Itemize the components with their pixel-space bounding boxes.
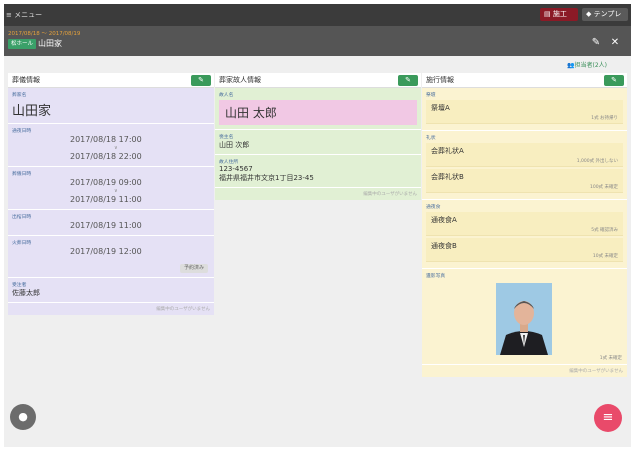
item-meta: 5式 確認済み [591, 228, 618, 233]
members-label: 担当者(2人) [574, 62, 607, 69]
funeral-start: 2017/08/19 09:00 [70, 178, 142, 187]
cremation-section: 火葬日時 2017/08/19 12:00 予約済み [8, 236, 214, 278]
item-name: 会葬礼状A [431, 147, 464, 155]
field-label: 喪主名 [219, 135, 234, 140]
wake-end: 2017/08/18 22:00 [70, 152, 142, 161]
funeral-info-panel: 葬儀情報 ✎ 葬家名 山田家 通夜日時 2017/08/18 17:00 ∨ 2… [8, 73, 214, 315]
field-label: 葬家名 [12, 93, 27, 98]
funeral-section: 葬儀日時 2017/08/19 09:00 ∨ 2017/08/19 11:00 [8, 167, 214, 210]
menu-button[interactable]: ≡ メニュー [6, 10, 42, 20]
field-label: 受注者 [12, 283, 27, 288]
item-meta: 10式 未確定 [592, 254, 618, 259]
family-name: 山田家 [12, 104, 52, 119]
hall-badge: 松ホール [8, 39, 37, 49]
edit-button[interactable]: ✎ [398, 75, 418, 86]
panel-title: 葬儀情報 [12, 76, 40, 84]
chat-icon: ● [18, 410, 28, 423]
field-label: 通夜食 [426, 205, 441, 210]
list-item[interactable]: 通夜食A 5式 確認済み [426, 212, 623, 236]
template-icon: ◆ [586, 10, 594, 18]
field-label: 祭壇 [426, 93, 436, 98]
item-meta: 1式 お持帰り [591, 116, 618, 121]
panel-title: 施行情報 [426, 76, 454, 84]
address-section: 故人住所 123-4567 福井県福井市文京1丁目23-45 [215, 155, 421, 188]
edit-button[interactable]: ✎ [191, 75, 211, 86]
editing-status: 編集中のユーザがいません [569, 369, 623, 374]
item-meta: 1,000式 外出しない [576, 159, 618, 164]
portrait-photo[interactable] [496, 283, 552, 355]
wake-section: 通夜日時 2017/08/18 17:00 ∨ 2017/08/18 22:00 [8, 124, 214, 167]
departure-section: 出棺日時 2017/08/19 11:00 [8, 210, 214, 236]
family-section: 葬家名 山田家 [8, 88, 214, 124]
editing-status: 編集中のユーザがいません [363, 192, 417, 197]
construction-label: 施工 [552, 10, 567, 18]
field-label: 葬儀日時 [12, 172, 32, 177]
deceased-section: 故人名 山田 太郎 [215, 88, 421, 130]
item-meta: 100式 未確定 [589, 185, 618, 190]
thanks-letter-section: 礼状 会葬礼状A 1,000式 外出しない 会葬礼状B 100式 未確定 [422, 131, 627, 200]
chat-button[interactable]: ● [10, 404, 36, 430]
list-item[interactable]: 通夜食B 10式 未確定 [426, 238, 623, 262]
date-range: 2017/08/18 〜 2017/08/19 [8, 31, 81, 37]
address: 福井県福井市文京1丁目23-45 [219, 174, 314, 182]
portrait-section: 遺影写真 1式 未確定 [422, 269, 627, 365]
service-info-panel: 施行情報 ✎ 祭壇 祭壇A 1式 お持帰り 礼状 会葬礼状A 1,000式 外出… [422, 73, 627, 377]
template-button[interactable]: ◆ テンプレ [582, 8, 628, 21]
item-name: 通夜食B [431, 242, 457, 250]
panel-title: 葬家故人情報 [219, 76, 261, 84]
departure-time: 2017/08/19 11:00 [70, 221, 142, 230]
field-label: 火葬日時 [12, 241, 32, 246]
portrait-image [496, 283, 552, 355]
clipboard-icon: ▤ [544, 10, 553, 18]
field-label: 礼状 [426, 136, 436, 141]
reserved-badge: 予約済み [179, 264, 208, 273]
field-label: 通夜日時 [12, 129, 32, 134]
menu-icon: ≡ [602, 410, 614, 425]
postal-code: 123-4567 [219, 165, 253, 173]
members-link[interactable]: 👥担当者(2人) [567, 60, 607, 69]
family-title: 山田家 [38, 39, 62, 48]
close-icon[interactable]: ✕ [609, 37, 621, 49]
chief-mourner-section: 喪主名 山田 次郎 [215, 130, 421, 155]
field-label: 出棺日時 [12, 215, 32, 220]
edit-pencil-icon[interactable]: ✎ [590, 37, 602, 49]
list-item[interactable]: 祭壇A 1式 お持帰り [426, 100, 623, 124]
field-label: 遺影写真 [426, 274, 446, 279]
item-name: 祭壇A [431, 104, 450, 112]
funeral-header: 2017/08/18 〜 2017/08/19 松ホール 山田家 ✎ ✕ [4, 26, 631, 56]
altar-section: 祭壇 祭壇A 1式 お持帰り [422, 88, 627, 131]
field-label: 故人住所 [219, 160, 239, 165]
item-name: 通夜食A [431, 216, 457, 224]
wake-meal-section: 通夜食 通夜食A 5式 確認済み 通夜食B 10式 未確定 [422, 200, 627, 269]
cremation-time: 2017/08/19 12:00 [70, 247, 142, 256]
panel-body: 故人名 山田 太郎 喪主名 山田 次郎 故人住所 123-4567 福井県福井市… [215, 88, 421, 200]
editing-status: 編集中のユーザがいません [156, 307, 210, 312]
deceased-info-panel: 葬家故人情報 ✎ 故人名 山田 太郎 喪主名 山田 次郎 故人住所 123-45… [215, 73, 421, 200]
more-menu-button[interactable]: ≡ [594, 404, 622, 432]
template-label: テンプレ [593, 10, 622, 18]
panel-body: 葬家名 山田家 通夜日時 2017/08/18 17:00 ∨ 2017/08/… [8, 88, 214, 315]
panel-body: 祭壇 祭壇A 1式 お持帰り 礼状 会葬礼状A 1,000式 外出しない 会葬礼… [422, 88, 627, 377]
list-item[interactable]: 会葬礼状A 1,000式 外出しない [426, 143, 623, 167]
panel-header: 葬儀情報 ✎ [8, 73, 214, 88]
item-meta: 1式 未確定 [599, 356, 622, 361]
app-frame: ≡ メニュー ▤ 施工 ◆ テンプレ 2017/08/18 〜 2017/08/… [4, 4, 631, 447]
panel-header: 葬家故人情報 ✎ [215, 73, 421, 88]
construction-button[interactable]: ▤ 施工 [540, 8, 578, 21]
list-item[interactable]: 会葬礼状B 100式 未確定 [426, 169, 623, 193]
funeral-end: 2017/08/19 11:00 [70, 195, 142, 204]
wake-start: 2017/08/18 17:00 [70, 135, 142, 144]
deceased-name: 山田 太郎 [219, 100, 417, 125]
item-name: 会葬礼状B [431, 173, 464, 181]
recipient-section: 受注者 佐藤太郎 [8, 278, 214, 303]
panel-header: 施行情報 ✎ [422, 73, 627, 88]
chief-mourner-name: 山田 次郎 [219, 141, 250, 149]
field-label: 故人名 [219, 93, 234, 98]
recipient-name: 佐藤太郎 [12, 289, 40, 297]
top-bar: ≡ メニュー ▤ 施工 ◆ テンプレ [4, 4, 631, 26]
edit-button[interactable]: ✎ [604, 75, 624, 86]
